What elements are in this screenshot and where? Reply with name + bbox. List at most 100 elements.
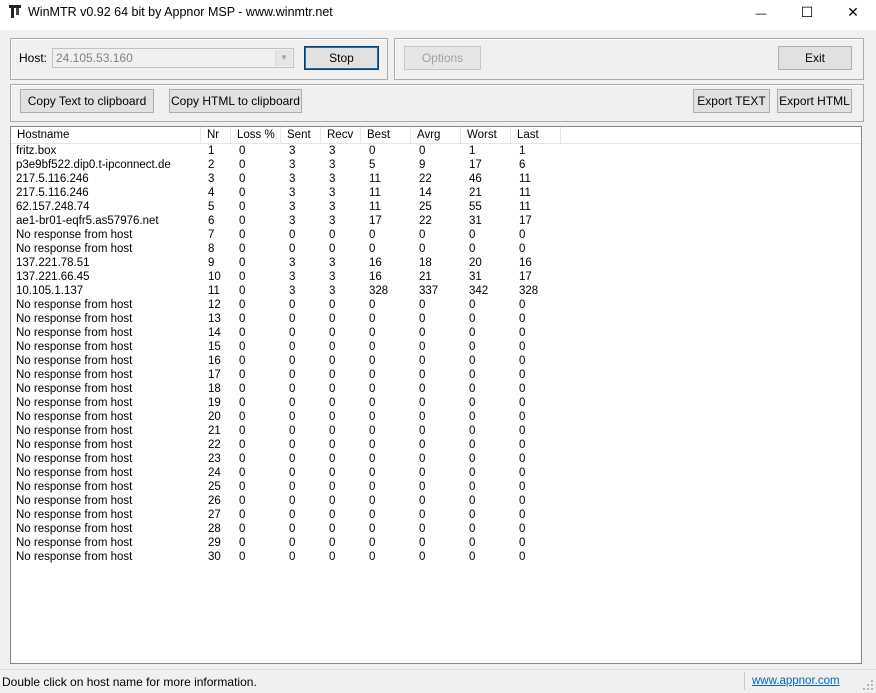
- table-row[interactable]: 137.221.78.51 9 0 3 3 16 18 20 16: [11, 256, 861, 270]
- exit-button[interactable]: Exit: [778, 46, 852, 70]
- column-header[interactable]: Recv: [321, 127, 361, 143]
- column-header[interactable]: Nr: [201, 127, 231, 143]
- table-row[interactable]: No response from host 15 0 0 0 0 0 0 0: [11, 340, 861, 354]
- minimize-button[interactable]: —: [738, 0, 784, 24]
- stat-cell: 0: [239, 537, 246, 549]
- table-row[interactable]: 137.221.66.45 10 0 3 3 16 21 31 17: [11, 270, 861, 284]
- column-header[interactable]: Best: [361, 127, 411, 143]
- stat-cell: 0: [289, 383, 296, 395]
- stat-cell: 3: [329, 159, 336, 171]
- stat-cell: 31: [469, 271, 482, 283]
- column-header[interactable]: Worst: [461, 127, 511, 143]
- export-text-button[interactable]: Export TEXT: [693, 89, 770, 113]
- copy-text-button[interactable]: Copy Text to clipboard: [20, 89, 154, 113]
- stat-cell: 3: [329, 285, 336, 297]
- stat-cell: 3: [329, 257, 336, 269]
- stat-cell: 0: [519, 439, 526, 451]
- table-header: Hostname Nr Loss % Sent Recv Best Avrg Worst Las…: [11, 127, 861, 144]
- stat-cell: 0: [419, 551, 426, 563]
- close-icon: ✕: [847, 4, 859, 20]
- table-row[interactable]: No response from host 18 0 0 0 0 0 0 0: [11, 382, 861, 396]
- host-value: 24.105.53.160: [56, 51, 133, 65]
- status-bar: Double click on host name for more infor…: [0, 669, 876, 693]
- column-header[interactable]: Sent: [281, 127, 321, 143]
- appnor-link[interactable]: www.appnor.com: [752, 675, 840, 687]
- table-row[interactable]: No response from host 27 0 0 0 0 0 0 0: [11, 508, 861, 522]
- stat-cell: 0: [289, 243, 296, 255]
- copy-html-button[interactable]: Copy HTML to clipboard: [169, 89, 302, 113]
- options-button[interactable]: Options: [404, 46, 481, 70]
- table-row[interactable]: No response from host 16 0 0 0 0 0 0 0: [11, 354, 861, 368]
- table-row[interactable]: No response from host 7 0 0 0 0 0 0 0: [11, 228, 861, 242]
- table-row[interactable]: 217.5.116.246 4 0 3 3 11 14 21 11: [11, 186, 861, 200]
- stop-button[interactable]: Stop: [304, 46, 379, 70]
- stat-cell: 0: [329, 327, 336, 339]
- status-text: Double click on host name for more infor…: [2, 675, 257, 689]
- table-row[interactable]: No response from host 26 0 0 0 0 0 0 0: [11, 494, 861, 508]
- table-row[interactable]: p3e9bf522.dip0.t-ipconnect.de 2 0 3 3 5 9 17 6: [11, 158, 861, 172]
- stat-cell: 0: [469, 495, 476, 507]
- stat-cell: 0: [239, 397, 246, 409]
- stat-cell: 0: [419, 411, 426, 423]
- table-row[interactable]: fritz.box 1 0 3 3 0 0 1 1: [11, 144, 861, 158]
- table-row[interactable]: No response from host 30 0 0 0 0 0 0 0: [11, 550, 861, 564]
- table-row[interactable]: No response from host 22 0 0 0 0 0 0 0: [11, 438, 861, 452]
- stat-cell: 0: [469, 327, 476, 339]
- stat-cell: 0: [239, 285, 246, 297]
- column-header[interactable]: Avrg: [411, 127, 461, 143]
- stat-cell: 0: [329, 537, 336, 549]
- table-row[interactable]: No response from host 8 0 0 0 0 0 0 0: [11, 242, 861, 256]
- hostname-cell: 217.5.116.246: [16, 173, 89, 185]
- stat-cell: 0: [469, 313, 476, 325]
- stat-cell: 0: [419, 145, 426, 157]
- table-row[interactable]: No response from host 29 0 0 0 0 0 0 0: [11, 536, 861, 550]
- table-row[interactable]: No response from host 20 0 0 0 0 0 0 0: [11, 410, 861, 424]
- results-table[interactable]: Hostname Nr Loss % Sent Recv Best Avrg Worst Las…: [10, 126, 862, 664]
- stat-cell: 3: [289, 159, 296, 171]
- table-row[interactable]: No response from host 25 0 0 0 0 0 0 0: [11, 480, 861, 494]
- stat-cell: 0: [239, 243, 246, 255]
- stat-cell: 0: [519, 355, 526, 367]
- stat-cell: 6: [208, 215, 215, 227]
- column-header[interactable]: Loss %: [231, 127, 281, 143]
- table-row[interactable]: No response from host 24 0 0 0 0 0 0 0: [11, 466, 861, 480]
- stat-cell: 0: [519, 243, 526, 255]
- column-header[interactable]: Hostname: [11, 127, 201, 143]
- stat-cell: 0: [239, 453, 246, 465]
- table-row[interactable]: 62.157.248.74 5 0 3 3 11 25 55 11: [11, 200, 861, 214]
- table-row[interactable]: No response from host 28 0 0 0 0 0 0 0: [11, 522, 861, 536]
- table-row[interactable]: No response from host 14 0 0 0 0 0 0 0: [11, 326, 861, 340]
- maximize-button[interactable]: ☐: [784, 0, 830, 24]
- table-row[interactable]: 10.105.1.137 11 0 3 3 328 337 342 328: [11, 284, 861, 298]
- hostname-cell: 217.5.116.246: [16, 187, 89, 199]
- table-row[interactable]: No response from host 21 0 0 0 0 0 0 0: [11, 424, 861, 438]
- stat-cell: 0: [419, 327, 426, 339]
- stat-cell: 9: [208, 257, 215, 269]
- hostname-cell: No response from host: [16, 313, 133, 325]
- stat-cell: 0: [289, 229, 296, 241]
- table-row[interactable]: No response from host 17 0 0 0 0 0 0 0: [11, 368, 861, 382]
- stat-cell: 3: [289, 173, 296, 185]
- table-row[interactable]: No response from host 12 0 0 0 0 0 0 0: [11, 298, 861, 312]
- stat-cell: 3: [289, 285, 296, 297]
- table-row[interactable]: No response from host 13 0 0 0 0 0 0 0: [11, 312, 861, 326]
- hostname-cell: No response from host: [16, 537, 133, 549]
- resize-grip-icon[interactable]: [862, 679, 874, 691]
- table-row[interactable]: No response from host 23 0 0 0 0 0 0 0: [11, 452, 861, 466]
- hostname-cell: fritz.box: [16, 145, 57, 157]
- stat-cell: 15: [208, 341, 221, 353]
- title-bar[interactable]: WinMTR v0.92 64 bit by Appnor MSP - www.…: [0, 0, 876, 24]
- stat-cell: 11: [519, 187, 531, 199]
- stat-cell: 16: [208, 355, 221, 367]
- column-header[interactable]: Last: [511, 127, 561, 143]
- chevron-down-icon[interactable]: ▼: [275, 50, 292, 66]
- host-combobox[interactable]: 24.105.53.160 ▼: [52, 48, 294, 68]
- table-row[interactable]: No response from host 19 0 0 0 0 0 0 0: [11, 396, 861, 410]
- table-row[interactable]: 217.5.116.246 3 0 3 3 11 22 46 11: [11, 172, 861, 186]
- stat-cell: 0: [289, 299, 296, 311]
- export-html-button[interactable]: Export HTML: [777, 89, 852, 113]
- close-button[interactable]: ✕: [830, 0, 876, 24]
- stat-cell: 0: [329, 383, 336, 395]
- stat-cell: 3: [329, 215, 336, 227]
- table-row[interactable]: ae1-br01-eqfr5.as57976.net 6 0 3 3 17 22 31 17: [11, 214, 861, 228]
